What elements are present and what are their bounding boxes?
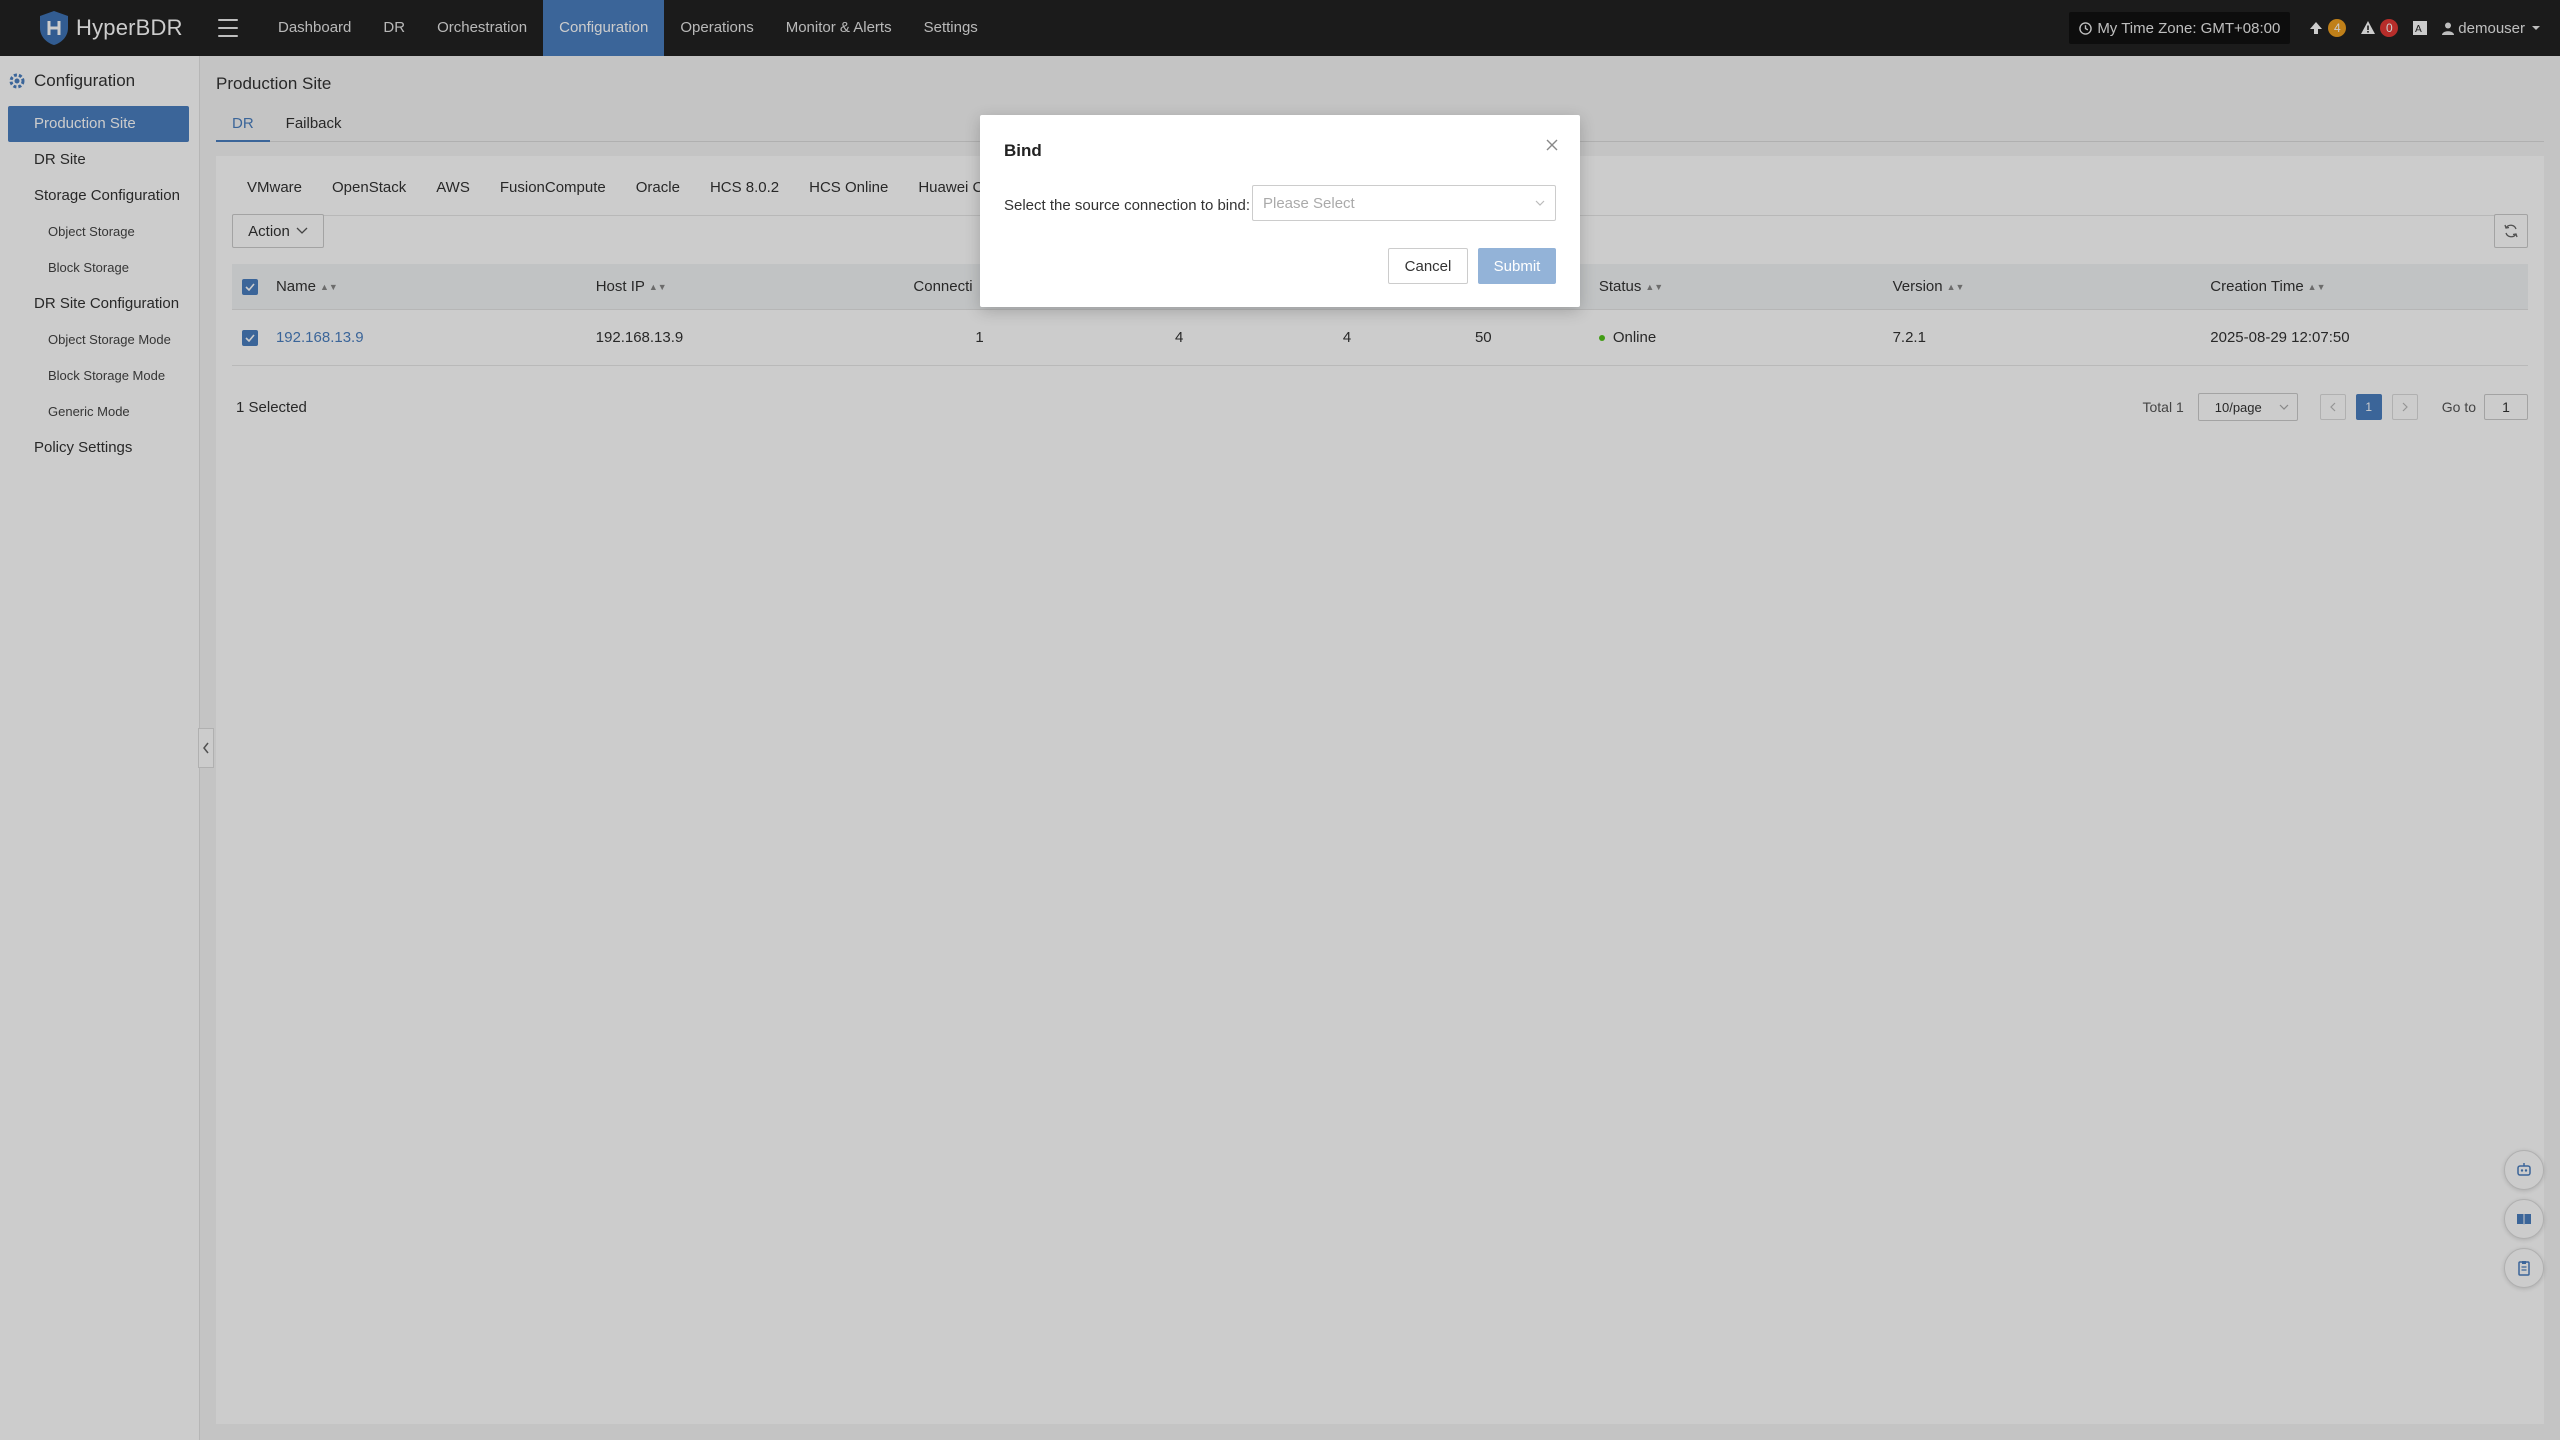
- source-connection-select[interactable]: Please Select: [1252, 185, 1556, 221]
- bind-dialog: Bind Select the source connection to bin…: [980, 115, 1580, 307]
- close-icon[interactable]: [1544, 137, 1560, 153]
- dialog-title: Bind: [1004, 141, 1042, 160]
- select-placeholder: Please Select: [1263, 194, 1355, 212]
- source-connection-label: Select the source connection to bind:: [1004, 197, 1250, 214]
- chevron-down-icon: [1535, 200, 1545, 206]
- cancel-button[interactable]: Cancel: [1388, 248, 1468, 284]
- submit-button[interactable]: Submit: [1478, 248, 1556, 284]
